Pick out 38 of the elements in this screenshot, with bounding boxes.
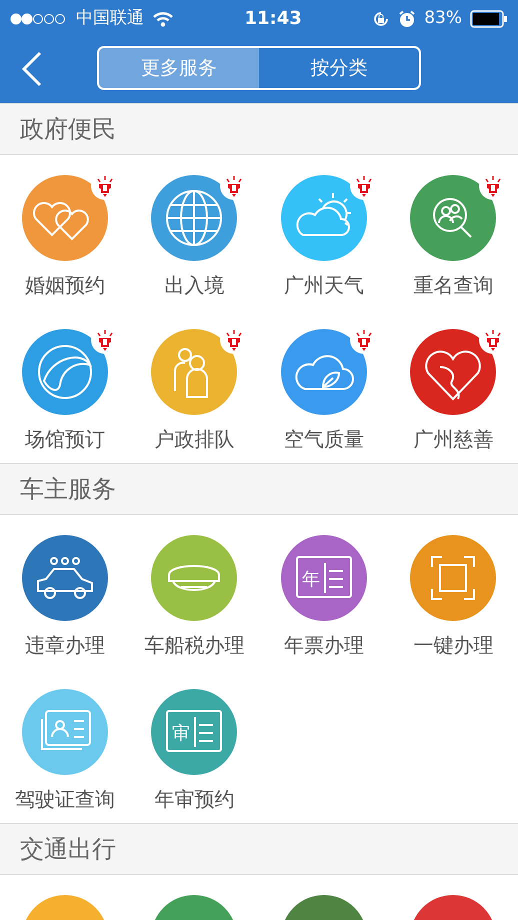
signal-icon bbox=[10, 12, 68, 24]
service-label[interactable]: 空气质量 bbox=[284, 424, 364, 454]
card-icon[interactable]: 年 bbox=[280, 535, 367, 621]
section-header: 车主服务 bbox=[0, 463, 518, 515]
service-label[interactable]: 驾驶证查询 bbox=[14, 784, 115, 814]
swoosh-icon[interactable] bbox=[22, 329, 108, 415]
cloud-leaf-icon[interactable] bbox=[280, 329, 367, 415]
section-header: 交通出行 bbox=[0, 823, 518, 875]
service-label[interactable]: 户政排队 bbox=[154, 424, 234, 454]
clock-time: 11:43 bbox=[244, 7, 302, 31]
service-label[interactable]: 场馆预订 bbox=[24, 424, 105, 454]
service-label[interactable]: 广州慈善 bbox=[413, 424, 494, 454]
service-label[interactable]: 年票办理 bbox=[284, 630, 364, 660]
hearts-icon[interactable] bbox=[22, 175, 108, 261]
service-label[interactable]: 重名查询 bbox=[413, 270, 494, 300]
people-icon[interactable] bbox=[151, 329, 238, 415]
battery-icon bbox=[470, 10, 508, 28]
service-label[interactable]: 一键办理 bbox=[413, 630, 494, 660]
carrier-name: 中国联通 bbox=[76, 6, 144, 30]
service-label[interactable]: 车船税办理 bbox=[144, 630, 244, 660]
frame-icon[interactable] bbox=[410, 535, 496, 621]
people-search-icon[interactable] bbox=[410, 175, 496, 261]
cap-icon[interactable] bbox=[151, 535, 238, 621]
segment-tab[interactable]: 按分类 bbox=[259, 48, 419, 88]
service-label[interactable]: 违章办理 bbox=[24, 630, 105, 660]
alarm-clock-icon bbox=[398, 10, 416, 28]
globe-icon[interactable] bbox=[151, 175, 238, 261]
section-header: 政府便民 bbox=[0, 103, 518, 155]
service-label[interactable]: 广州天气 bbox=[284, 270, 364, 300]
id-card-icon[interactable] bbox=[22, 689, 108, 775]
service-label[interactable]: 出入境 bbox=[164, 270, 224, 300]
battery-percent: 83% bbox=[424, 6, 462, 30]
rotation-lock-icon bbox=[372, 10, 390, 28]
car-icon[interactable] bbox=[22, 535, 108, 621]
service-label[interactable]: 婚姻预约 bbox=[24, 270, 105, 300]
cloud-sun-icon[interactable] bbox=[280, 175, 367, 261]
service-label[interactable]: 年审预约 bbox=[154, 784, 234, 814]
wifi-icon bbox=[152, 10, 174, 26]
